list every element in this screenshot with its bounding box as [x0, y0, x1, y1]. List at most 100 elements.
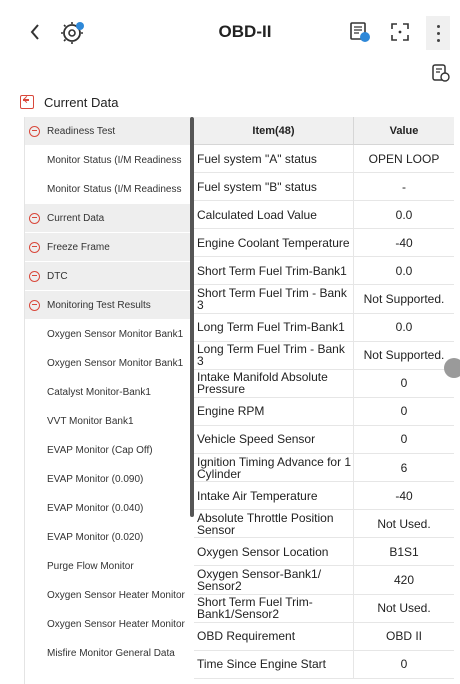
value-cell: 0.0 — [395, 263, 413, 278]
table-row[interactable]: Ignition Timing Advance for 1 Cylinder 6 — [194, 454, 454, 483]
item-cell: Calculated Load Value — [194, 201, 354, 229]
item-cell: Short Term Fuel Trim-Bank1/Sensor2 — [194, 594, 354, 622]
tree-item-label: Catalyst Monitor-Bank1 — [47, 386, 151, 398]
value-cell: OBD II — [385, 629, 422, 644]
table-row[interactable]: Intake Manifold Absolute Pressure 0 — [194, 369, 454, 398]
table-row[interactable]: Intake Air Temperature -40 — [194, 482, 454, 511]
collapse-icon[interactable] — [20, 95, 34, 109]
item-cell: Fuel system "B" status — [194, 173, 354, 201]
tree-item-label: Oxygen Sensor Heater Monitor — [47, 589, 185, 601]
report-icon — [350, 22, 370, 42]
table-row[interactable]: Short Term Fuel Trim-Bank1 0.0 — [194, 257, 454, 286]
table-row[interactable]: Short Term Fuel Trim - Bank 3 Not Support… — [194, 285, 454, 314]
table-header: Item(48) Value — [194, 117, 454, 145]
page-title: OBD-II — [218, 22, 272, 41]
value-cell: 0 — [400, 657, 408, 672]
tree-item-label: Misfire Monitor General Data — [47, 647, 175, 659]
fullscreen-icon — [391, 23, 409, 41]
value-cell: -40 — [395, 488, 413, 503]
more-vertical-icon — [436, 25, 440, 28]
more-button[interactable] — [426, 16, 450, 50]
tree-item-label: Current Data — [47, 212, 105, 224]
item-cell: Engine Coolant Temperature — [194, 229, 354, 257]
minus-circle-icon — [29, 299, 40, 311]
value-cell: B1S1 — [389, 544, 419, 559]
tree-item-label: Monitor Status (I/M Readiness — [47, 154, 182, 166]
tree-item-label: VVT Monitor Bank1 — [47, 415, 134, 427]
fullscreen-button[interactable] — [388, 20, 412, 44]
section-header: Current Data — [20, 92, 118, 112]
table-row[interactable]: Engine Coolant Temperature -40 — [194, 229, 454, 258]
back-button[interactable] — [28, 22, 42, 42]
item-cell: Vehicle Speed Sensor — [194, 425, 354, 454]
item-cell: Oxygen Sensor Location — [194, 538, 354, 566]
table-row[interactable]: Oxygen Sensor Location B1S1 — [194, 538, 454, 567]
table-row[interactable]: Time Since Engine Start 0 — [194, 650, 454, 679]
table-row[interactable]: Oxygen Sensor-Bank1/ Sensor2 420 — [194, 566, 454, 595]
tree-group[interactable]: Freeze Frame — [25, 233, 191, 262]
tree-group[interactable]: Readiness Test — [25, 117, 191, 146]
value-cell: - — [402, 179, 406, 194]
table-row[interactable]: Fuel system "A" status OPEN LOOP — [194, 145, 454, 174]
tree-item-label: Oxygen Sensor Monitor Bank1 — [47, 357, 184, 369]
table-row[interactable]: Long Term Fuel Trim - Bank 3 Not Supporte… — [194, 341, 454, 370]
table-row[interactable]: Fuel system "B" status - — [194, 173, 454, 202]
tree-item[interactable]: Oxygen Sensor Heater Monitor — [25, 610, 191, 639]
tree-group[interactable]: DTC — [25, 262, 191, 291]
item-cell: Long Term Fuel Trim-Bank1 — [194, 313, 354, 341]
tree-item[interactable]: Monitor Status (I/M Readiness — [25, 146, 191, 175]
table-row[interactable]: Engine RPM 0 — [194, 397, 454, 426]
value-cell: 0.0 — [395, 320, 413, 335]
table-row[interactable]: OBD Requirement OBD II — [194, 622, 454, 651]
section-title: Current Data — [44, 94, 119, 110]
minus-circle-icon — [29, 125, 40, 137]
report-button[interactable] — [348, 20, 372, 44]
tree-group[interactable]: Monitoring Test Results — [25, 291, 191, 320]
table-row[interactable]: Calculated Load Value 0.0 — [194, 201, 454, 230]
minus-circle-icon — [29, 270, 40, 282]
chevron-left-icon — [30, 24, 39, 40]
tree-item-label: Freeze Frame — [47, 241, 110, 253]
tree-item[interactable]: VVT Monitor Bank1 — [25, 407, 191, 436]
tree-item-label: DTC — [47, 270, 68, 282]
tree-item[interactable]: Misfire Monitor General Data — [25, 639, 191, 668]
column-header-value: Value — [389, 124, 419, 137]
item-cell: Short Term Fuel Trim - Bank 3 — [194, 285, 354, 313]
table-row[interactable]: Long Term Fuel Trim-Bank1 0.0 — [194, 313, 454, 342]
value-cell: -40 — [395, 235, 413, 250]
export-icon — [432, 64, 450, 82]
table-row[interactable]: Vehicle Speed Sensor 0 — [194, 425, 454, 455]
item-cell: Fuel system "A" status — [194, 145, 354, 173]
value-cell: 0.0 — [395, 207, 413, 222]
value-cell: OPEN LOOP — [368, 151, 440, 166]
tree-item[interactable]: Purge Flow Monitor — [25, 552, 191, 581]
tree-item-label: Purge Flow Monitor — [47, 560, 134, 572]
item-cell: Long Term Fuel Trim - Bank 3 — [194, 341, 354, 369]
tree-item[interactable]: EVAP Monitor (Cap Off) — [25, 436, 191, 465]
tree-item[interactable]: EVAP Monitor (0.040) — [25, 494, 191, 523]
value-cell: Not Supported. — [363, 348, 445, 363]
tree-item[interactable]: EVAP Monitor (0.020) — [25, 523, 191, 552]
item-cell: Time Since Engine Start — [194, 650, 354, 678]
tree-group[interactable]: Current Data — [25, 204, 191, 233]
value-cell: 0 — [400, 404, 408, 419]
tree-item-label: Oxygen Sensor Heater Monitor — [47, 618, 185, 630]
tree-item-label: Readiness Test — [47, 125, 116, 137]
tree-item[interactable]: Oxygen Sensor Monitor Bank1 — [25, 320, 191, 349]
table-row[interactable]: Short Term Fuel Trim-Bank1/Sensor2 Not Us… — [194, 594, 454, 623]
tree-item[interactable]: Oxygen Sensor Monitor Bank1 — [25, 349, 191, 378]
tree-item[interactable]: Oxygen Sensor Heater Monitor — [25, 581, 191, 610]
tree-item[interactable]: EVAP Monitor (0.090) — [25, 465, 191, 494]
floating-handle[interactable] — [444, 358, 460, 378]
menu-tree: Readiness Test Monitor Status (I/M Readin… — [24, 117, 191, 684]
item-cell: Intake Air Temperature — [194, 482, 354, 510]
data-table: Item(48) Value Fuel system "A" status OPE… — [194, 117, 454, 684]
item-cell: Short Term Fuel Trim-Bank1 — [194, 257, 354, 285]
value-cell: 0 — [400, 376, 408, 391]
table-row[interactable]: Absolute Throttle Position Sensor Not Use… — [194, 510, 454, 539]
tree-item-label: EVAP Monitor (0.020) — [47, 531, 144, 543]
tree-item[interactable]: Catalyst Monitor-Bank1 — [25, 378, 191, 407]
minus-circle-icon — [29, 241, 40, 253]
export-button[interactable] — [430, 62, 452, 84]
tree-item[interactable]: Monitor Status (I/M Readiness — [25, 175, 191, 204]
